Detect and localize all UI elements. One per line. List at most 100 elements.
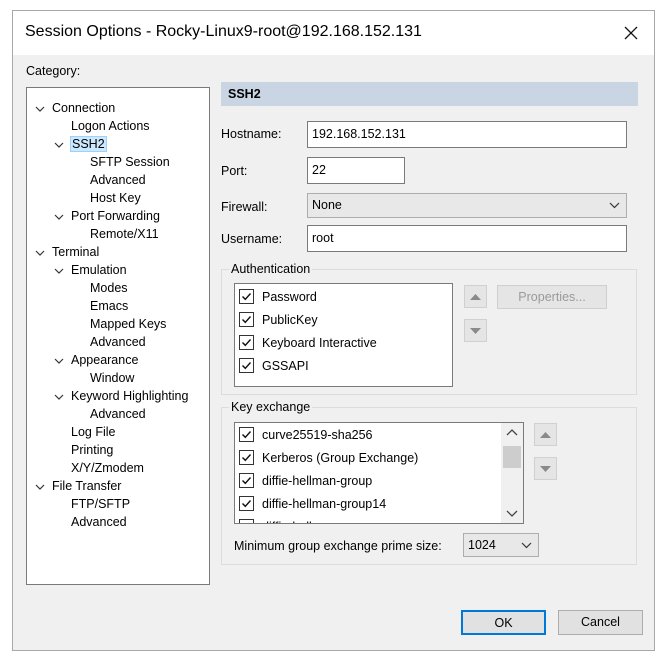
tree-item-keyword-highlighting[interactable]: Keyword Highlighting [71,387,188,405]
tree-item-ssh2[interactable]: SSH2 [70,135,107,153]
tree-item-advanced[interactable]: Advanced [71,513,127,531]
chevron-down-icon [609,202,620,209]
close-button[interactable] [608,11,654,55]
tree-item-label: Logon Actions [71,119,150,133]
tree-item-modes[interactable]: Modes [90,279,128,297]
tree-item-label: Advanced [90,335,146,349]
tree-item-terminal[interactable]: Terminal [52,243,99,261]
cancel-button[interactable]: Cancel [558,610,643,635]
tree-item-label: SSH2 [70,136,107,152]
tree-item-sftp-session[interactable]: SFTP Session [90,153,170,171]
window-title: Session Options - Rocky-Linux9-root@192.… [25,23,422,40]
checkbox[interactable] [239,427,254,442]
chevron-down-icon[interactable] [35,247,45,257]
username-label: Username: [221,232,283,246]
ok-button[interactable]: OK [461,610,546,635]
tree-item-label: Advanced [90,407,146,421]
firewall-dropdown[interactable]: None [307,193,627,218]
min-prime-size-value: 1024 [468,538,496,552]
checkbox[interactable] [239,519,254,523]
chevron-down-icon[interactable] [54,211,64,221]
tree-item-window[interactable]: Window [90,369,134,387]
auth-move-down-button[interactable] [464,319,487,342]
checkbox[interactable] [239,450,254,465]
chevron-down-icon[interactable] [54,355,64,365]
key-exchange-scrollbar[interactable] [501,423,523,523]
tree-item-label: Appearance [71,353,139,367]
triangle-up-icon [470,293,481,300]
tree-item-remote-x11[interactable]: Remote/X11 [90,225,159,243]
properties-button[interactable]: Properties... [497,285,607,309]
scroll-down-arrow-icon[interactable] [506,510,518,517]
tree-item-label: Mapped Keys [90,317,167,331]
chevron-down-icon [521,542,532,549]
tree-item-x-y-zmodem[interactable]: X/Y/Zmodem [71,459,144,477]
tree-item-label: Emacs [90,299,129,313]
tree-item-file-transfer[interactable]: File Transfer [52,477,121,495]
firewall-value: None [312,198,342,212]
kex-move-up-button[interactable] [534,423,557,446]
tree-item-appearance[interactable]: Appearance [71,351,138,369]
tree-item-label: Printing [71,443,114,457]
tree-item-log-file[interactable]: Log File [71,423,115,441]
tree-item-label: Keyword Highlighting [71,389,189,403]
category-tree[interactable]: Connection Logon Actions SSH2 SFTP Session A… [26,87,210,585]
checkbox[interactable] [239,312,254,327]
chevron-down-icon[interactable] [35,103,45,113]
firewall-label: Firewall: [221,200,268,214]
tree-item-logon-actions[interactable]: Logon Actions [71,117,150,135]
hostname-field[interactable]: 192.168.152.131 [307,121,627,148]
tree-item-label: Advanced [90,173,146,187]
tree-item-advanced[interactable]: Advanced [90,171,146,189]
tree-item-emulation[interactable]: Emulation [71,261,127,279]
triangle-down-icon [470,327,481,334]
tree-item-label: Log File [71,425,116,439]
tree-item-emacs[interactable]: Emacs [90,297,128,315]
chevron-down-icon[interactable] [54,265,64,275]
tree-item-label: Modes [90,281,128,295]
chevron-down-icon[interactable] [35,481,45,491]
triangle-up-icon [540,431,551,438]
tree-item-label: Advanced [71,515,127,529]
tree-item-label: Emulation [71,263,127,277]
tree-item-mapped-keys[interactable]: Mapped Keys [90,315,166,333]
list-item-label: curve25519-sha256 [262,428,373,442]
tree-item-advanced[interactable]: Advanced [90,333,146,351]
list-item-label: Password [262,290,317,304]
chevron-down-icon[interactable] [54,391,64,401]
tree-item-label: Connection [52,101,116,115]
min-prime-size-dropdown[interactable]: 1024 [463,533,539,557]
list-item-label: diffie-hellman [262,516,336,523]
auth-move-up-button[interactable] [464,285,487,308]
tree-item-label: Port Forwarding [71,209,160,223]
key-exchange-scrollbar-thumb[interactable] [503,446,521,468]
tree-item-printing[interactable]: Printing [71,441,113,459]
key-exchange-list[interactable]: curve25519-sha256 Kerberos (Group Exchang… [234,422,524,524]
tree-item-port-forwarding[interactable]: Port Forwarding [71,207,160,225]
checkbox[interactable] [239,473,254,488]
tree-item-label: X/Y/Zmodem [71,461,144,475]
scroll-up-arrow-icon[interactable] [506,429,518,436]
checkbox[interactable] [239,358,254,373]
kex-move-down-button[interactable] [534,457,557,480]
tree-item-host-key[interactable]: Host Key [90,189,141,207]
port-label: Port: [221,164,248,178]
hostname-label: Hostname: [221,127,282,141]
tree-item-connection[interactable]: Connection [52,99,115,117]
tree-item-label: Remote/X11 [90,227,159,241]
authentication-list[interactable]: Password PublicKey Keyboard Interactive GSS… [234,283,453,387]
tree-item-advanced[interactable]: Advanced [90,405,146,423]
category-label: Category: [26,64,81,78]
tree-item-ftp-sftp[interactable]: FTP/SFTP [71,495,130,513]
checkbox[interactable] [239,335,254,350]
list-item-label: diffie-hellman-group [262,474,373,488]
port-field[interactable]: 22 [307,157,405,184]
checkbox[interactable] [239,289,254,304]
list-item-label: diffie-hellman-group14 [262,497,387,511]
list-item-label: Keyboard Interactive [262,336,377,350]
chevron-down-icon[interactable] [54,139,64,149]
authentication-group-label: Authentication [229,262,313,276]
checkbox[interactable] [239,496,254,511]
username-field[interactable]: root [307,225,627,252]
tree-item-label: Window [90,371,135,385]
